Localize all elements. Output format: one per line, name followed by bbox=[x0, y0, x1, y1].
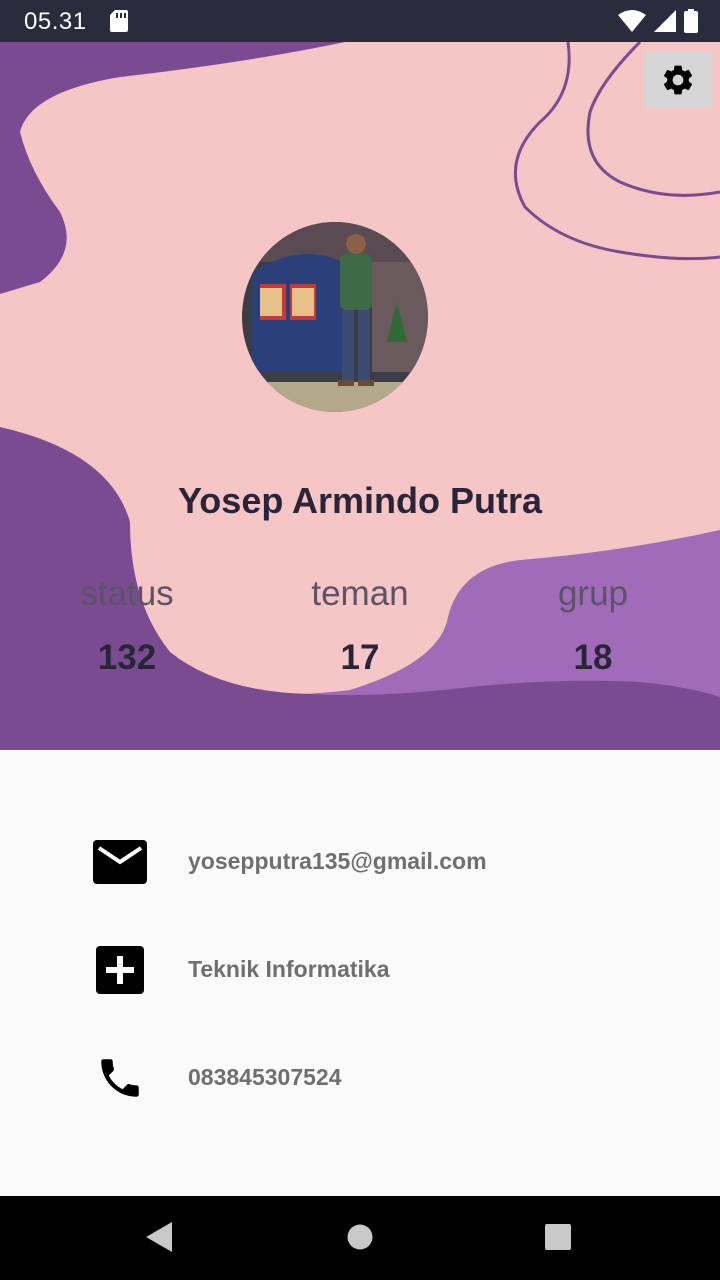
profile-photo bbox=[242, 222, 428, 412]
status-time: 05.31 bbox=[24, 8, 87, 35]
stat-grup[interactable]: grup 18 bbox=[473, 574, 713, 678]
profile-header: Yosep Armindo Putra status 132 teman 17 … bbox=[0, 42, 720, 750]
wifi-icon bbox=[618, 10, 646, 32]
navigation-bar bbox=[0, 1196, 720, 1280]
stat-status[interactable]: status 132 bbox=[7, 574, 247, 678]
battery-icon bbox=[684, 9, 698, 33]
recents-icon[interactable] bbox=[545, 1222, 571, 1252]
major-text: Teknik Informatika bbox=[188, 956, 390, 982]
avatar bbox=[242, 222, 428, 412]
stat-value: 18 bbox=[573, 638, 613, 677]
stat-value: 17 bbox=[340, 638, 380, 677]
stat-value: 132 bbox=[97, 638, 157, 677]
email-text: yosepputra135@gmail.com bbox=[188, 848, 487, 874]
stat-label: grup bbox=[557, 574, 629, 613]
plus-box-icon bbox=[92, 942, 148, 998]
status-bar: 05.31 bbox=[0, 0, 720, 42]
phone-icon bbox=[92, 1050, 148, 1106]
stat-label: teman bbox=[311, 574, 409, 613]
gear-icon bbox=[663, 65, 693, 95]
info-row-phone[interactable]: 083845307524 bbox=[0, 1036, 720, 1116]
profile-name: Yosep Armindo Putra bbox=[177, 480, 543, 521]
stat-label: status bbox=[80, 574, 174, 613]
mail-icon bbox=[92, 834, 148, 890]
signal-icon bbox=[654, 10, 676, 32]
sd-card-icon bbox=[110, 10, 128, 32]
back-icon[interactable] bbox=[146, 1222, 172, 1252]
settings-button[interactable] bbox=[644, 52, 712, 108]
stat-teman[interactable]: teman 17 bbox=[240, 574, 480, 678]
info-list: yosepputra135@gmail.com Teknik Informati… bbox=[0, 750, 720, 1196]
info-row-major[interactable]: Teknik Informatika bbox=[0, 928, 720, 1008]
info-row-email[interactable]: yosepputra135@gmail.com bbox=[0, 820, 720, 900]
phone-text: 083845307524 bbox=[188, 1064, 342, 1090]
home-icon[interactable] bbox=[347, 1222, 373, 1252]
